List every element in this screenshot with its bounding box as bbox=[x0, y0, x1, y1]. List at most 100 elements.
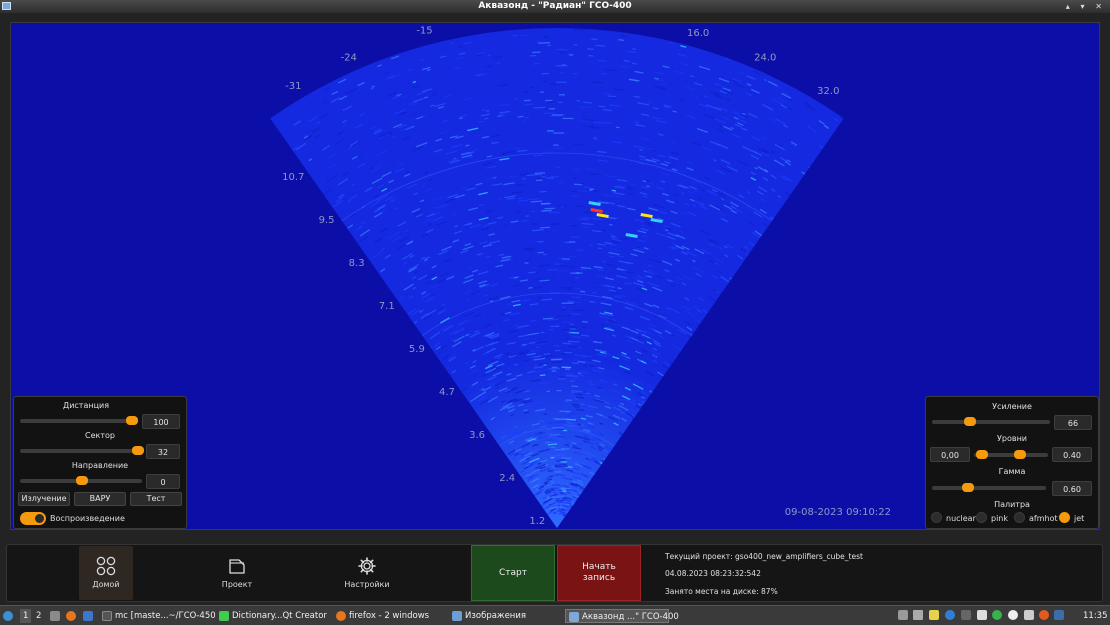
angle-label: -31 bbox=[285, 81, 301, 92]
window-title: Аквазонд - "Радиан" ГСО-400 bbox=[478, 1, 632, 11]
palette-jet-radio[interactable] bbox=[1059, 512, 1070, 523]
nav-home-button[interactable]: Домой bbox=[79, 546, 133, 600]
sonar-fan bbox=[270, 27, 844, 528]
emission-button[interactable]: Излучение bbox=[18, 492, 70, 506]
angle-label: 24.0 bbox=[754, 52, 776, 63]
workspace-1[interactable]: 1 bbox=[20, 609, 32, 623]
palette-afmhot-radio[interactable] bbox=[1014, 512, 1025, 523]
direction-label: Направление bbox=[71, 461, 129, 470]
palette-pink-label: pink bbox=[991, 514, 1009, 523]
gamma-slider[interactable] bbox=[932, 486, 1046, 490]
app-icon bbox=[2, 2, 11, 10]
bottom-toolbar: Домой Проект Настройки Старт Начать запи… bbox=[6, 544, 1103, 602]
firefox-icon bbox=[336, 610, 346, 621]
direction-slider-handle[interactable] bbox=[76, 476, 88, 485]
sector-slider-handle[interactable] bbox=[132, 446, 144, 455]
task-akvazond[interactable]: Аквазонд ..." ГСО-400 bbox=[565, 609, 679, 623]
distance-label: Дистанция bbox=[62, 401, 110, 410]
task-akvazond-label: Аквазонд ..." ГСО-400 bbox=[582, 612, 679, 622]
levels-max-handle[interactable] bbox=[1014, 450, 1026, 459]
palette-pink-radio[interactable] bbox=[976, 512, 987, 523]
record-button[interactable]: Начать запись bbox=[557, 545, 641, 601]
gamma-label: Гамма bbox=[998, 467, 1026, 476]
test-button[interactable]: Тест bbox=[130, 492, 182, 506]
sector-value[interactable]: 32 bbox=[146, 444, 180, 459]
nav-home-label: Домой bbox=[92, 580, 120, 589]
angle-label: -15 bbox=[416, 25, 432, 36]
folder-icon bbox=[229, 559, 245, 574]
gamma-slider-handle[interactable] bbox=[962, 483, 974, 492]
tray-green-icon[interactable] bbox=[992, 610, 1002, 620]
palette-nuclear-label: nuclear bbox=[946, 514, 976, 523]
range-label: 8.3 bbox=[349, 258, 365, 269]
update-icon[interactable] bbox=[1039, 610, 1049, 620]
task-terminal[interactable]: mc [maste...~/ГСО-450 bbox=[102, 609, 216, 623]
gain-value[interactable]: 66 bbox=[1054, 415, 1092, 430]
direction-value[interactable]: 0 bbox=[146, 474, 180, 489]
tray-info-icon[interactable] bbox=[961, 610, 971, 620]
nav-settings-button[interactable]: Настройки bbox=[340, 546, 394, 600]
levels-min-handle[interactable] bbox=[976, 450, 988, 459]
tray-notes-icon[interactable] bbox=[898, 610, 908, 620]
range-label: 2.4 bbox=[499, 473, 515, 484]
window-controls[interactable]: ▴ ▾ ✕ bbox=[1066, 0, 1106, 13]
task-firefox-label: firefox - 2 windows bbox=[349, 611, 430, 621]
nav-project-button[interactable]: Проект bbox=[210, 546, 264, 600]
varu-button[interactable]: ВАРУ bbox=[74, 492, 126, 506]
levels-max-value[interactable]: 0.40 bbox=[1052, 447, 1092, 462]
range-label: 7.1 bbox=[379, 301, 395, 312]
terminal-icon bbox=[102, 610, 112, 621]
workspace-2[interactable]: 2 bbox=[36, 609, 41, 623]
angle-label: 16.0 bbox=[687, 28, 709, 39]
gain-slider-handle[interactable] bbox=[964, 417, 976, 426]
palette-nuclear-radio[interactable] bbox=[931, 512, 942, 523]
playback-toggle[interactable] bbox=[20, 512, 46, 525]
firefox-launcher-icon[interactable] bbox=[66, 609, 79, 623]
distance-value[interactable]: 100 bbox=[142, 414, 180, 429]
files-launcher-icon[interactable] bbox=[50, 609, 63, 623]
task-images[interactable]: Изображения bbox=[452, 609, 526, 623]
task-terminal-label: mc [maste...~/ГСО-450 bbox=[115, 611, 216, 621]
palette-jet-label: jet bbox=[1074, 514, 1085, 523]
start-menu-icon[interactable] bbox=[3, 609, 16, 623]
task-firefox[interactable]: firefox - 2 windows bbox=[336, 609, 429, 623]
sonar-timestamp: 09-08-2023 09:10:22 bbox=[785, 507, 891, 518]
task-qtcreator-label: Dictionary...Qt Creator bbox=[232, 611, 327, 621]
folder-icon bbox=[452, 610, 462, 621]
clock: 11:35 bbox=[1083, 611, 1108, 621]
app-window-icon bbox=[569, 611, 579, 622]
sector-slider[interactable] bbox=[20, 449, 142, 453]
tray-white-icon[interactable] bbox=[1008, 610, 1018, 620]
distance-slider-handle[interactable] bbox=[126, 416, 138, 425]
tray-doc-icon[interactable] bbox=[977, 610, 987, 620]
distance-slider[interactable] bbox=[20, 419, 138, 423]
gain-slider[interactable] bbox=[932, 420, 1050, 424]
mail-launcher-icon[interactable] bbox=[83, 609, 96, 623]
levels-min-value[interactable]: 0,00 bbox=[930, 447, 970, 462]
task-images-label: Изображения bbox=[465, 611, 527, 621]
task-qtcreator[interactable]: Dictionary...Qt Creator bbox=[219, 609, 327, 623]
gear-icon bbox=[358, 557, 376, 575]
datetime-text: 04.08.2023 08:23:32:542 bbox=[665, 569, 761, 578]
nav-project-label: Проект bbox=[221, 580, 253, 589]
range-label: 3.6 bbox=[469, 430, 485, 441]
sector-label: Сектор bbox=[85, 431, 115, 440]
tray-sticky-icon[interactable] bbox=[929, 610, 939, 620]
network-icon[interactable] bbox=[1054, 610, 1064, 620]
angle-label: 32.0 bbox=[817, 86, 839, 97]
playback-label: Воспроизведение bbox=[50, 514, 125, 523]
right-control-panel: Усиление 66 Уровни 0,00 0.40 Гамма 0.60 … bbox=[925, 396, 1099, 529]
system-taskbar: 1 2 mc [maste...~/ГСО-450 Dictionary...Q… bbox=[0, 605, 1110, 625]
disk-usage-text: Занято места на диске: 87% bbox=[665, 587, 778, 596]
start-button[interactable]: Старт bbox=[471, 545, 555, 601]
levels-label: Уровни bbox=[997, 434, 1027, 443]
range-label: 9.5 bbox=[319, 215, 335, 226]
gain-label: Усиление bbox=[992, 402, 1032, 411]
angle-label: -24 bbox=[341, 52, 357, 63]
wifi-icon[interactable] bbox=[1024, 610, 1034, 620]
range-label: 1.2 bbox=[529, 516, 545, 527]
volume-icon[interactable] bbox=[913, 610, 923, 620]
current-project-text: Текущий проект: gso400_new_amplifiers_cu… bbox=[665, 552, 863, 561]
gamma-value[interactable]: 0.60 bbox=[1052, 481, 1092, 496]
bluetooth-icon[interactable] bbox=[945, 610, 955, 620]
